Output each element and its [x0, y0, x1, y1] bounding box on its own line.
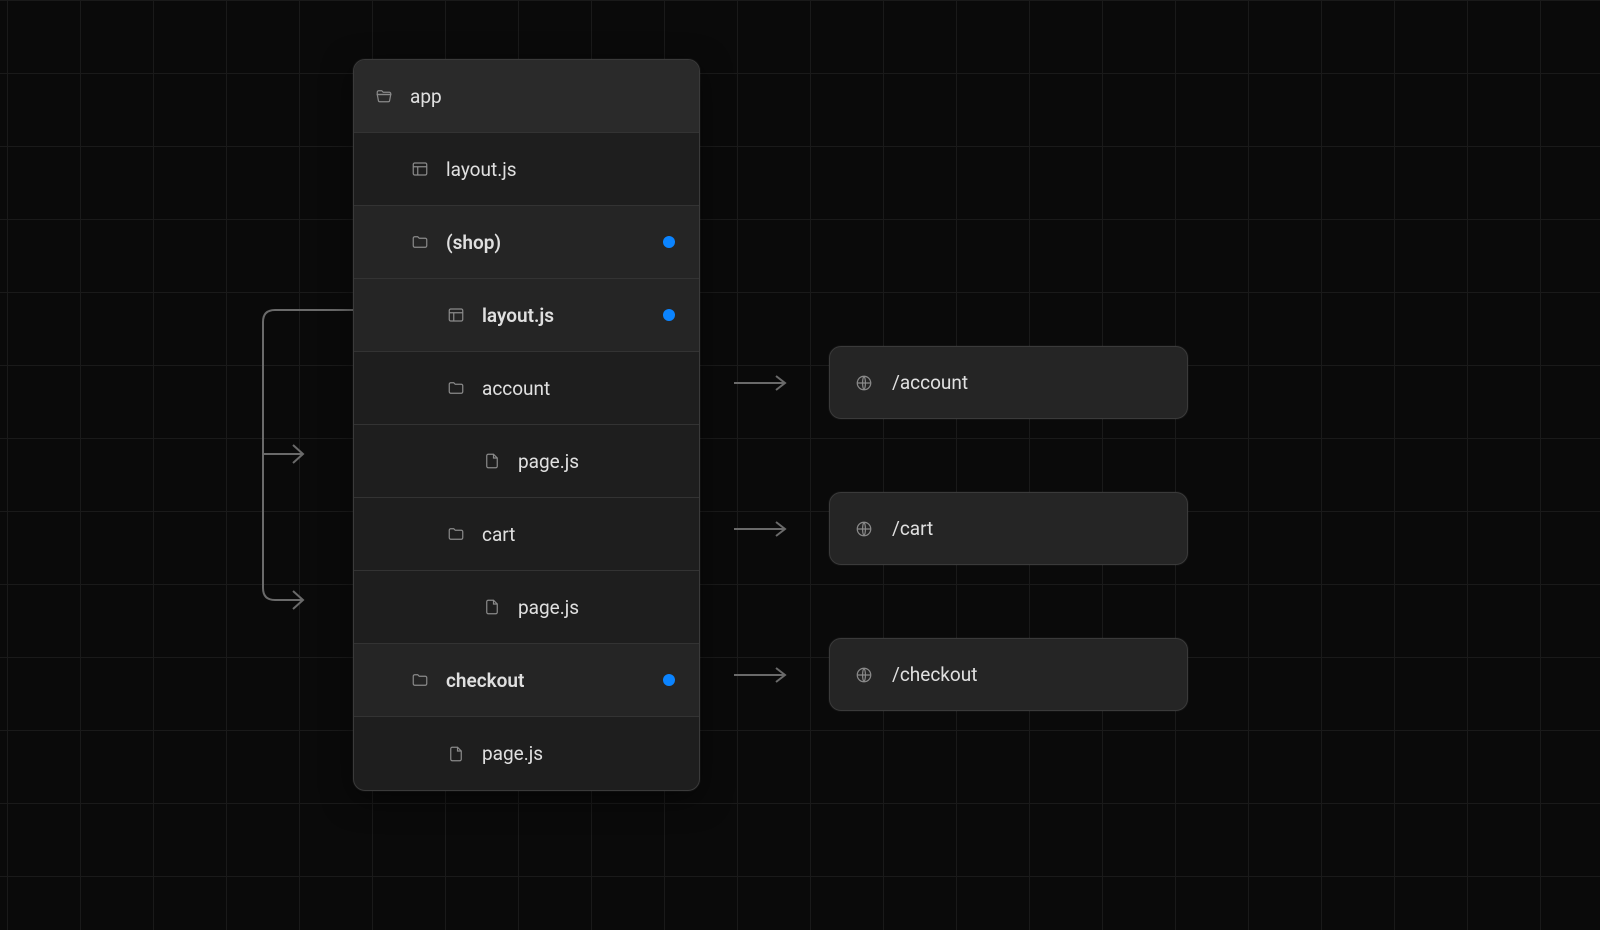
tree-label: page.js — [518, 450, 579, 473]
folder-icon — [410, 670, 430, 690]
tree-label: checkout — [446, 669, 524, 692]
arrow-cart — [732, 519, 792, 539]
tree-label: layout.js — [482, 304, 554, 327]
status-dot — [663, 674, 675, 686]
file-icon — [446, 744, 466, 764]
tree-row-checkout-page[interactable]: page.js — [354, 717, 699, 790]
status-dot — [663, 309, 675, 321]
folder-open-icon — [374, 86, 394, 106]
tree-label: layout.js — [446, 158, 517, 181]
tree-row-app[interactable]: app — [354, 60, 699, 133]
file-tree: app layout.js (shop) layout.js — [353, 59, 700, 791]
diagram-stage: app layout.js (shop) layout.js — [0, 0, 1600, 930]
folder-icon — [446, 378, 466, 398]
tree-label: page.js — [518, 596, 579, 619]
tree-label: account — [482, 377, 550, 400]
tree-label: page.js — [482, 742, 543, 765]
folder-icon — [410, 232, 430, 252]
globe-icon — [854, 665, 874, 685]
route-label: /cart — [892, 517, 933, 540]
file-icon — [482, 597, 502, 617]
tree-row-account-page[interactable]: page.js — [354, 425, 699, 498]
layout-connector-bracket — [255, 302, 355, 612]
tree-label: (shop) — [446, 231, 501, 254]
tree-label: app — [410, 85, 442, 108]
route-label: /account — [892, 371, 968, 394]
folder-icon — [446, 524, 466, 544]
route-pill-account: /account — [829, 346, 1188, 419]
tree-row-shop-layout[interactable]: layout.js — [354, 279, 699, 352]
tree-row-layout[interactable]: layout.js — [354, 133, 699, 206]
tree-row-cart[interactable]: cart — [354, 498, 699, 571]
arrow-account — [732, 373, 792, 393]
file-icon — [482, 451, 502, 471]
status-dot — [663, 236, 675, 248]
tree-row-account[interactable]: account — [354, 352, 699, 425]
globe-icon — [854, 519, 874, 539]
tree-label: cart — [482, 523, 515, 546]
route-pill-checkout: /checkout — [829, 638, 1188, 711]
tree-row-checkout[interactable]: checkout — [354, 644, 699, 717]
arrow-checkout — [732, 665, 792, 685]
tree-row-cart-page[interactable]: page.js — [354, 571, 699, 644]
layout-icon — [446, 305, 466, 325]
tree-row-shop[interactable]: (shop) — [354, 206, 699, 279]
globe-icon — [854, 373, 874, 393]
layout-icon — [410, 159, 430, 179]
route-pill-cart: /cart — [829, 492, 1188, 565]
route-label: /checkout — [892, 663, 977, 686]
